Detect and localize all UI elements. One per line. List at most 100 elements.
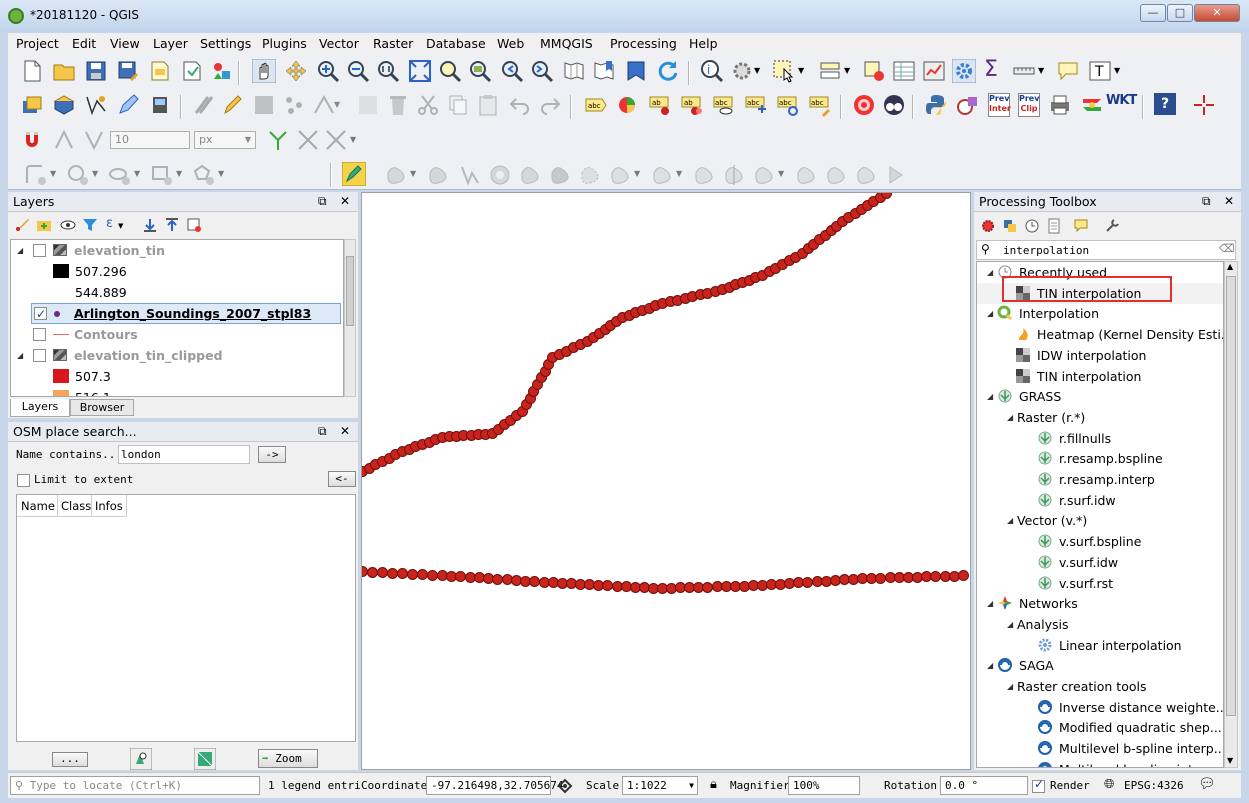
- collapse-triangle-icon[interactable]: ◢: [1007, 614, 1013, 635]
- toolbox-item[interactable]: ◢ Vector (v.*): [977, 510, 1223, 531]
- move-feature-icon[interactable]: [384, 163, 408, 187]
- layer-visibility-checkbox[interactable]: [33, 244, 46, 257]
- merge-attributes-icon[interactable]: [824, 163, 848, 187]
- zoom-out-icon[interactable]: [346, 59, 370, 83]
- snap-segment-icon[interactable]: [82, 128, 106, 152]
- show-bookmarks-icon[interactable]: [624, 59, 648, 83]
- toolbox-item[interactable]: Multilevel b-spline interp...: [977, 738, 1223, 759]
- chevron-down-icon[interactable]: ▼: [134, 169, 140, 178]
- toolbox-item[interactable]: ◢ Analysis: [977, 614, 1223, 635]
- filter-expression-icon[interactable]: ε: [106, 216, 113, 231]
- remove-layer-icon[interactable]: [186, 217, 202, 233]
- toolbox-item[interactable]: v.surf.idw: [977, 552, 1223, 573]
- style-manager-icon[interactable]: [210, 59, 234, 83]
- chevron-down-icon[interactable]: ▼: [1114, 66, 1120, 75]
- chevron-down-icon[interactable]: ▼: [118, 222, 123, 230]
- scroll-down-icon[interactable]: ▼: [1227, 756, 1233, 765]
- layer-visibility-checkbox[interactable]: [33, 349, 46, 362]
- zoom-to-selection-icon[interactable]: [438, 59, 462, 83]
- delete-part-icon[interactable]: [608, 163, 632, 187]
- toggle-extents-icon[interactable]: [556, 777, 574, 795]
- mmqgis-icon[interactable]: [1080, 93, 1104, 117]
- pin-labels-icon[interactable]: ab: [648, 93, 672, 117]
- collapse-triangle-icon[interactable]: ◢: [987, 386, 993, 407]
- chevron-down-icon[interactable]: ▼: [1038, 66, 1044, 75]
- collapse-triangle-icon[interactable]: ◢: [987, 262, 993, 283]
- toolbox-item[interactable]: Modified quadratic shep...: [977, 717, 1223, 738]
- pan-to-selection-icon[interactable]: [284, 59, 308, 83]
- snap-intersection-icon[interactable]: [296, 128, 320, 152]
- crs-button[interactable]: EPSG:4326: [1124, 779, 1184, 792]
- collapse-all-icon[interactable]: [164, 217, 180, 233]
- layer-visibility-checkbox[interactable]: [34, 304, 47, 325]
- toolbox-item[interactable]: r.resamp.bspline: [977, 448, 1223, 469]
- delete-ring-icon[interactable]: [578, 163, 602, 187]
- tracing-icon[interactable]: [324, 128, 348, 152]
- search-go-button[interactable]: ->: [258, 446, 286, 463]
- add-rectangle-icon[interactable]: [150, 163, 174, 187]
- redo-icon[interactable]: [538, 93, 562, 117]
- split-parts-icon[interactable]: [752, 163, 776, 187]
- messages-icon[interactable]: 💬︎: [1198, 776, 1216, 792]
- close-icon[interactable]: ✕: [1224, 194, 1234, 208]
- new-bookmark-icon[interactable]: [592, 59, 616, 83]
- collapse-triangle-icon[interactable]: ◢: [987, 303, 993, 324]
- chevron-down-icon[interactable]: ▼: [676, 169, 682, 178]
- layer-contours[interactable]: Contours: [11, 324, 343, 345]
- select-by-value-icon[interactable]: [818, 59, 842, 83]
- chevron-down-icon[interactable]: ▼: [754, 66, 760, 75]
- close-icon[interactable]: ✕: [340, 424, 350, 438]
- chevron-down-icon[interactable]: ▼: [350, 135, 356, 144]
- merge-features-icon[interactable]: [794, 163, 818, 187]
- filter-legend-icon[interactable]: [82, 217, 98, 233]
- float-icon[interactable]: ⧉: [318, 194, 327, 209]
- help-icon[interactable]: ?: [1154, 93, 1176, 115]
- column-infos[interactable]: Infos: [95, 499, 123, 513]
- toolbox-item[interactable]: r.resamp.interp: [977, 469, 1223, 490]
- new-print-layout-icon[interactable]: [148, 59, 172, 83]
- menu-processing[interactable]: Processing: [610, 36, 677, 51]
- advanced-digitizing-icon[interactable]: [342, 162, 366, 186]
- toolbox-item[interactable]: r.surf.idw: [977, 490, 1223, 511]
- chevron-down-icon[interactable]: ▼: [92, 169, 98, 178]
- limit-to-extent-checkbox[interactable]: [17, 474, 30, 487]
- menu-project[interactable]: Project: [16, 36, 59, 51]
- python-console-icon[interactable]: [924, 93, 948, 117]
- menu-layer[interactable]: Layer: [153, 36, 188, 51]
- map-tips-icon[interactable]: [1056, 59, 1080, 83]
- toolbox-item[interactable]: ◢ Raster creation tools: [977, 676, 1223, 697]
- collapse-triangle-icon[interactable]: ◢: [987, 655, 993, 676]
- add-group-icon[interactable]: [36, 217, 52, 233]
- back-button[interactable]: <-: [328, 471, 356, 487]
- plugin-manager-icon[interactable]: [956, 93, 980, 117]
- toolbox-item[interactable]: ◢ Interpolation: [977, 303, 1223, 324]
- save-as-icon[interactable]: [116, 59, 140, 83]
- scripts-icon[interactable]: [1002, 218, 1018, 234]
- rotate-point-symbols-icon[interactable]: [854, 163, 878, 187]
- new-shapefile-icon[interactable]: [84, 93, 108, 117]
- chevron-down-icon[interactable]: ▼: [634, 169, 640, 178]
- layer-diagram-icon[interactable]: [616, 93, 640, 117]
- collapse-triangle-icon[interactable]: ◢: [1007, 407, 1013, 428]
- add-vector-layer-icon[interactable]: [52, 93, 76, 117]
- prev-clip-icon[interactable]: Prev Clip: [1018, 93, 1040, 117]
- scroll-up-icon[interactable]: ▲: [1227, 262, 1233, 271]
- add-part-icon[interactable]: [518, 163, 542, 187]
- collapse-triangle-icon[interactable]: ◢: [987, 593, 993, 614]
- layer-elevation-tin-clipped[interactable]: ◢ elevation_tin_clipped: [11, 345, 343, 366]
- zoom-to-layer-icon[interactable]: [468, 59, 492, 83]
- toolbox-search-box[interactable]: ⚲ interpolation ⌫: [976, 240, 1236, 260]
- toolbox-item[interactable]: Heatmap (Kernel Density Esti...: [977, 324, 1223, 345]
- edit-features-inplace-icon[interactable]: [1074, 218, 1090, 234]
- fill-ring-icon[interactable]: [548, 163, 572, 187]
- identify-icon[interactable]: i: [700, 59, 724, 83]
- pan-hand-icon[interactable]: [252, 59, 276, 83]
- chevron-down-icon[interactable]: ▼: [778, 169, 784, 178]
- models-icon[interactable]: [980, 218, 996, 234]
- snap-vertex-icon[interactable]: [52, 128, 76, 152]
- undo-icon[interactable]: [508, 93, 532, 117]
- change-label-icon[interactable]: abc: [808, 93, 832, 117]
- minimize-button[interactable]: —: [1140, 4, 1166, 22]
- collapse-triangle-icon[interactable]: ◢: [1007, 510, 1013, 531]
- chevron-down-icon[interactable]: ▼: [798, 66, 804, 75]
